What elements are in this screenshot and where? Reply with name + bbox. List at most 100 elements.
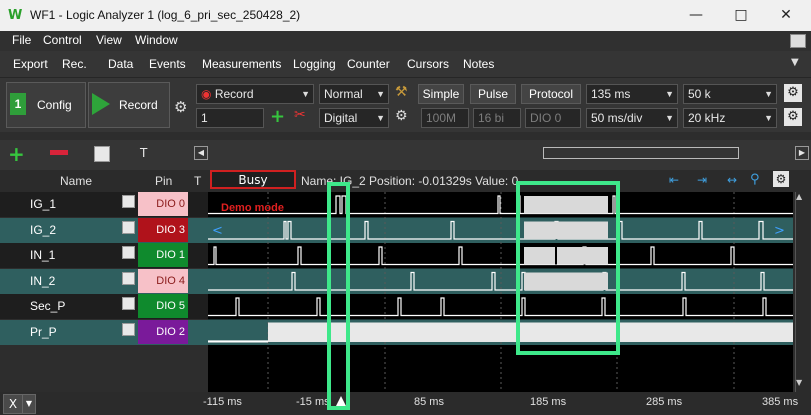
trigger-mode-select[interactable]: Normal ▼ <box>319 84 389 104</box>
menu-counter[interactable]: Counter <box>347 57 390 71</box>
menu-logging[interactable]: Logging <box>293 57 336 71</box>
edit-icon[interactable] <box>122 220 135 234</box>
edit-icon[interactable] <box>122 195 135 208</box>
time-tick: 85 ms <box>414 396 444 408</box>
menu-measurements[interactable]: Measurements <box>202 57 281 71</box>
scroll-up-icon[interactable]: ▲ <box>796 192 802 201</box>
gear-icon[interactable]: ⚙ <box>784 108 802 126</box>
menu-window[interactable]: Window <box>135 33 178 47</box>
signal-header: Name Pin T Busy Name: IG_2 Position: -0.… <box>0 170 811 192</box>
menu-notes[interactable]: Notes <box>463 57 494 71</box>
dio-value: DIO 0 <box>530 111 562 125</box>
play-icon <box>92 93 110 115</box>
status-badge: Busy <box>210 170 296 189</box>
freq-value: 20 kHz <box>688 111 726 125</box>
edit-icon[interactable] <box>122 246 135 259</box>
menu-control[interactable]: Control <box>43 33 82 47</box>
window-title: WF1 - Logic Analyzer 1 (log_6_pri_sec_25… <box>30 8 301 22</box>
menu-export[interactable]: Export <box>13 57 48 71</box>
time-div-select[interactable]: 50 ms/div ▼ <box>586 108 678 128</box>
menu-view[interactable]: View <box>96 33 122 47</box>
name-column-header[interactable]: Name <box>60 174 92 188</box>
time-tick: 185 ms <box>530 396 567 408</box>
menu-cursors[interactable]: Cursors <box>407 57 449 71</box>
align-left-icon[interactable]: ⇤ <box>669 173 679 187</box>
trigger-type-label[interactable]: T <box>140 146 147 160</box>
gear-icon[interactable]: ⚙ <box>395 108 408 124</box>
gear-icon[interactable]: ⚙ <box>174 98 187 116</box>
chevron-down-icon: ▼ <box>376 89 385 99</box>
signal-name: Pr_P <box>30 324 57 339</box>
add-icon[interactable]: + <box>270 106 285 127</box>
scroll-down-icon[interactable]: ▼ <box>796 378 802 387</box>
signal-row[interactable]: Pr_P DIO 2 <box>0 319 208 345</box>
samples-select[interactable]: 50 k ▼ <box>683 84 777 104</box>
pin-column-header[interactable]: Pin <box>155 174 172 188</box>
record-button[interactable]: Record <box>88 82 170 128</box>
demo-mode-watermark: Demo mode <box>221 202 284 214</box>
scroll-right-icon: > <box>774 224 785 239</box>
pin-badge[interactable]: DIO 3 <box>138 217 188 242</box>
close-button[interactable]: ✕ <box>771 4 801 26</box>
edit-icon[interactable] <box>122 322 135 336</box>
pin-badge[interactable]: DIO 4 <box>138 268 188 293</box>
pin-badge[interactable]: DIO 0 <box>138 192 188 216</box>
count-spinner[interactable]: 1 <box>196 108 264 128</box>
time-tick: -15 ms <box>296 396 330 408</box>
gear-icon[interactable]: ⚙ <box>773 171 789 187</box>
menu-events[interactable]: Events <box>149 57 186 71</box>
signal-row[interactable]: IG_2 DIO 3 <box>0 217 208 243</box>
remove-signal-icon[interactable] <box>50 150 68 155</box>
zoom-fit-icon[interactable]: ↔ <box>727 173 737 187</box>
horizontal-scrollbar[interactable] <box>543 147 739 159</box>
menu-file[interactable]: File <box>12 33 31 47</box>
config-label: Config <box>37 98 72 112</box>
minimize-button[interactable]: — <box>681 4 711 26</box>
chevron-down-icon[interactable]: ▼ <box>22 394 36 414</box>
menu-data[interactable]: Data <box>108 57 133 71</box>
waveform-plot[interactable]: < > <box>208 192 793 392</box>
gear-icon[interactable]: ⚙ <box>784 84 802 102</box>
signal-row[interactable]: IN_1 DIO 1 <box>0 243 208 268</box>
time-tick: -115 ms <box>203 396 242 408</box>
hammer-icon[interactable]: ⚒ <box>395 84 408 100</box>
zoom-icon[interactable]: ⚲ <box>750 172 760 187</box>
edit-icon[interactable] <box>122 271 135 285</box>
dropdown-arrow-icon[interactable]: ▼ <box>791 57 799 68</box>
chevron-down-icon: ▼ <box>764 113 773 123</box>
scissors-icon[interactable]: ✂ <box>294 107 306 123</box>
protocol-trigger-button[interactable]: Protocol <box>521 84 581 104</box>
pin-label: DIO 4 <box>156 274 185 287</box>
scroll-left-icon[interactable]: ◀ <box>194 146 208 160</box>
scroll-right-icon[interactable]: ▶ <box>795 146 809 160</box>
config-button[interactable]: 1 Config <box>6 82 86 128</box>
t-column-header[interactable]: T <box>194 174 201 188</box>
edit-signal-icon[interactable] <box>94 146 110 162</box>
bits-select: 16 bi <box>473 108 521 128</box>
signal-row[interactable]: Sec_P DIO 5 <box>0 294 208 319</box>
duration-select[interactable]: 135 ms ▼ <box>586 84 678 104</box>
add-signal-icon[interactable]: + <box>8 142 25 166</box>
signal-row[interactable]: IN_2 DIO 4 <box>0 268 208 294</box>
pulse-trigger-button[interactable]: Pulse <box>470 84 516 104</box>
edit-icon[interactable] <box>122 297 135 310</box>
config-icon: 1 <box>10 93 26 115</box>
pin-badge[interactable]: DIO 1 <box>138 243 188 267</box>
align-right-icon[interactable]: ⇥ <box>697 173 707 187</box>
freq-select[interactable]: 20 kHz ▼ <box>683 108 777 128</box>
restore-view-icon[interactable] <box>790 34 806 48</box>
close-icon[interactable]: X <box>3 394 23 414</box>
simple-trigger-button[interactable]: Simple <box>418 84 464 104</box>
vertical-scrollbar[interactable]: ▲ ▼ <box>795 192 810 392</box>
source-select[interactable]: Digital ▼ <box>319 108 389 128</box>
pin-badge[interactable]: DIO 5 <box>138 294 188 318</box>
highlight-box <box>516 181 620 355</box>
menu-rec[interactable]: Rec. <box>62 57 87 71</box>
pin-badge[interactable]: DIO 2 <box>138 319 188 344</box>
mode-select[interactable]: ◉ Record ▼ <box>196 84 314 104</box>
highlight-box <box>327 182 350 410</box>
time-tick: 385 ms <box>762 396 799 408</box>
record-label: Record <box>119 98 158 112</box>
signal-row[interactable]: IG_1 DIO 0 <box>0 192 208 217</box>
maximize-button[interactable]: □ <box>726 4 756 26</box>
